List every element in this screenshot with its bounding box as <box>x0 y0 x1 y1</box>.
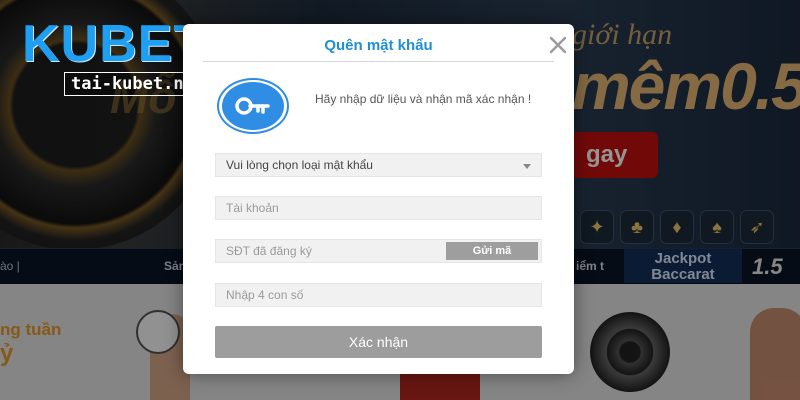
key-badge <box>217 78 289 134</box>
phone-input[interactable] <box>226 240 446 262</box>
code-field-wrapper <box>215 283 542 307</box>
account-field-wrapper <box>215 196 542 220</box>
chevron-down-icon <box>523 164 531 169</box>
forgot-password-modal: Quên mật khẩu Hãy nhập dữ liệu và nhận m… <box>183 24 574 374</box>
modal-header: Quên mật khẩu <box>203 24 567 62</box>
modal-title: Quên mật khẩu <box>324 37 433 54</box>
send-code-button[interactable]: Gửi mã <box>446 242 538 260</box>
verification-code-input[interactable] <box>226 284 531 306</box>
instruction-text: Hãy nhập dữ liệu và nhận mã xác nhận ! <box>315 92 532 106</box>
password-type-select[interactable]: Vui lòng chọn loại mật khẩu <box>215 153 542 177</box>
key-icon <box>222 82 284 130</box>
confirm-button[interactable]: Xác nhận <box>215 326 542 358</box>
close-icon[interactable] <box>547 34 569 56</box>
phone-field-wrapper: Gửi mã <box>215 239 542 263</box>
password-type-select-label: Vui lòng chọn loại mật khẩu <box>226 158 373 172</box>
account-input[interactable] <box>226 197 531 219</box>
